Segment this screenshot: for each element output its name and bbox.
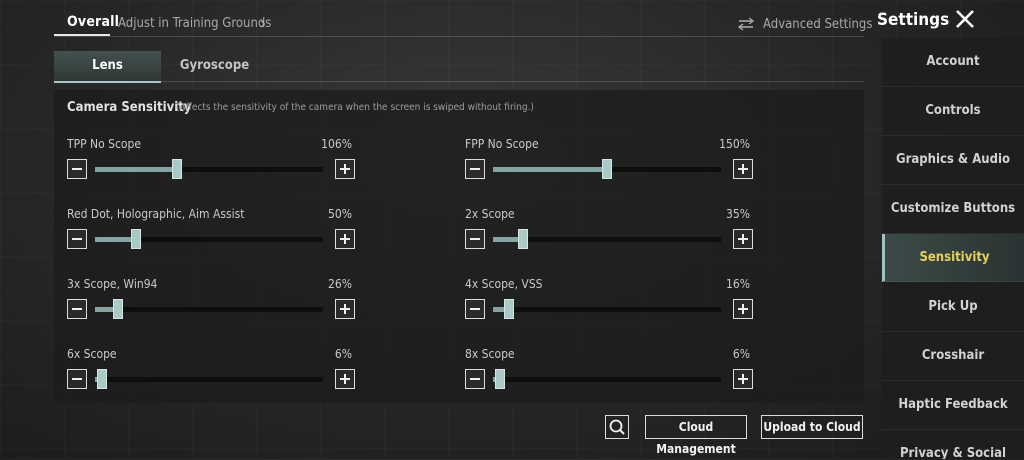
minus-button[interactable] <box>67 369 87 389</box>
slider-value: 150% <box>719 137 750 151</box>
slider-label: Red Dot, Holographic, Aim Assist <box>67 207 245 221</box>
slider-label: TPP No Scope <box>67 137 142 151</box>
slider-label: 6x Scope <box>67 347 117 361</box>
search-button[interactable] <box>605 415 629 439</box>
slider-thumb[interactable] <box>602 159 612 179</box>
plus-button[interactable] <box>335 229 355 249</box>
slider-fpp-no-scope: FPP No Scope 150% <box>465 137 753 189</box>
plus-button[interactable] <box>733 229 753 249</box>
slider-value: 26% <box>328 277 352 291</box>
minus-button[interactable] <box>465 299 485 319</box>
slider-value: 50% <box>328 207 352 221</box>
plus-button[interactable] <box>335 369 355 389</box>
slider-track[interactable] <box>95 369 323 389</box>
minus-button[interactable] <box>67 159 87 179</box>
sidebar-item-graphics-audio[interactable]: Graphics & Audio <box>882 136 1024 185</box>
slider-track[interactable] <box>493 369 721 389</box>
sidebar-item-pick-up[interactable]: Pick Up <box>882 283 1024 332</box>
sidebar-item-customize-buttons[interactable]: Customize Buttons <box>882 185 1024 234</box>
section-note: (Affects the sensitivity of the camera w… <box>176 102 534 113</box>
tab-adjust-in-training-grounds[interactable]: Adjust in Training Grounds <box>118 16 271 31</box>
slider-fill <box>493 167 607 172</box>
slider-label: 4x Scope, VSS <box>465 277 543 291</box>
slider-track[interactable] <box>493 299 721 319</box>
slider-thumb[interactable] <box>517 229 528 249</box>
slider-fill <box>95 167 178 172</box>
slider-thumb[interactable] <box>131 229 142 249</box>
slider-tpp-no-scope: TPP No Scope 106% <box>67 137 355 189</box>
sidebar-item-privacy-social[interactable]: Privacy & Social <box>882 430 1024 459</box>
sub-tabs: Lens Gyroscope <box>54 51 864 83</box>
tab-gyroscope[interactable]: Gyroscope <box>161 51 268 81</box>
tab-lens[interactable]: Lens <box>54 51 161 83</box>
slider-8x-scope: 8x Scope 6% <box>465 347 753 399</box>
slider-thumb[interactable] <box>494 369 505 389</box>
slider-value: 35% <box>726 207 750 221</box>
upload-to-cloud-button[interactable]: Upload to Cloud <box>761 415 863 439</box>
minus-button[interactable] <box>465 369 485 389</box>
tab-overall[interactable]: Overall <box>67 14 119 30</box>
minus-button[interactable] <box>465 229 485 249</box>
slider-red-dot-holographic-aim-assist: Red Dot, Holographic, Aim Assist 50% <box>67 207 355 259</box>
minus-button[interactable] <box>67 299 87 319</box>
top-bar-divider <box>54 36 864 37</box>
plus-button[interactable] <box>335 159 355 179</box>
sliders-icon[interactable] <box>738 17 754 31</box>
sidebar-item-haptic-feedback[interactable]: Haptic Feedback <box>882 381 1024 430</box>
slider-6x-scope: 6x Scope 6% <box>67 347 355 399</box>
slider-track[interactable] <box>493 159 721 179</box>
slider-thumb[interactable] <box>112 299 123 319</box>
sidebar-item-crosshair[interactable]: Crosshair <box>882 332 1024 381</box>
slider-value: 6% <box>334 347 352 361</box>
minus-button[interactable] <box>67 229 87 249</box>
slider-4x-scope-vss: 4x Scope, VSS 16% <box>465 277 753 329</box>
slider-thumb[interactable] <box>96 369 107 389</box>
slider-label: 2x Scope <box>465 207 515 221</box>
plus-button[interactable] <box>733 299 753 319</box>
slider-fill <box>95 237 137 242</box>
plus-button[interactable] <box>733 369 753 389</box>
sidebar-item-account[interactable]: Account <box>882 38 1024 87</box>
search-icon <box>609 419 625 435</box>
advanced-settings-link[interactable]: Advanced Settings <box>763 17 872 32</box>
close-icon[interactable] <box>954 8 976 30</box>
slider-value: 106% <box>321 137 352 151</box>
slider-track[interactable] <box>95 299 323 319</box>
cloud-management-button[interactable]: Cloud Management <box>645 415 747 456</box>
slider-track[interactable] <box>95 229 323 249</box>
section-title: Camera Sensitivity <box>67 100 192 115</box>
camera-sensitivity-panel: Camera Sensitivity (Affects the sensitiv… <box>54 90 864 403</box>
chevron-right-icon[interactable]: › <box>260 14 266 34</box>
minus-button[interactable] <box>465 159 485 179</box>
top-bar: Overall Adjust in Training Grounds › Adv… <box>0 0 1024 44</box>
settings-title: Settings <box>877 10 950 30</box>
slider-thumb[interactable] <box>503 299 514 319</box>
slider-track[interactable] <box>95 159 323 179</box>
sidebar-item-controls[interactable]: Controls <box>882 87 1024 136</box>
slider-label: 3x Scope, Win94 <box>67 277 158 291</box>
slider-3x-scope-win94: 3x Scope, Win94 26% <box>67 277 355 329</box>
slider-value: 16% <box>726 277 750 291</box>
slider-2x-scope: 2x Scope 35% <box>465 207 753 259</box>
plus-button[interactable] <box>335 299 355 319</box>
slider-label: FPP No Scope <box>465 137 539 151</box>
slider-value: 6% <box>732 347 750 361</box>
slider-thumb[interactable] <box>172 159 183 179</box>
settings-sidebar: Account Controls Graphics & Audio Custom… <box>882 38 1024 459</box>
slider-label: 8x Scope <box>465 347 515 361</box>
plus-button[interactable] <box>733 159 753 179</box>
slider-track[interactable] <box>493 229 721 249</box>
sidebar-item-sensitivity[interactable]: Sensitivity <box>882 234 1024 282</box>
